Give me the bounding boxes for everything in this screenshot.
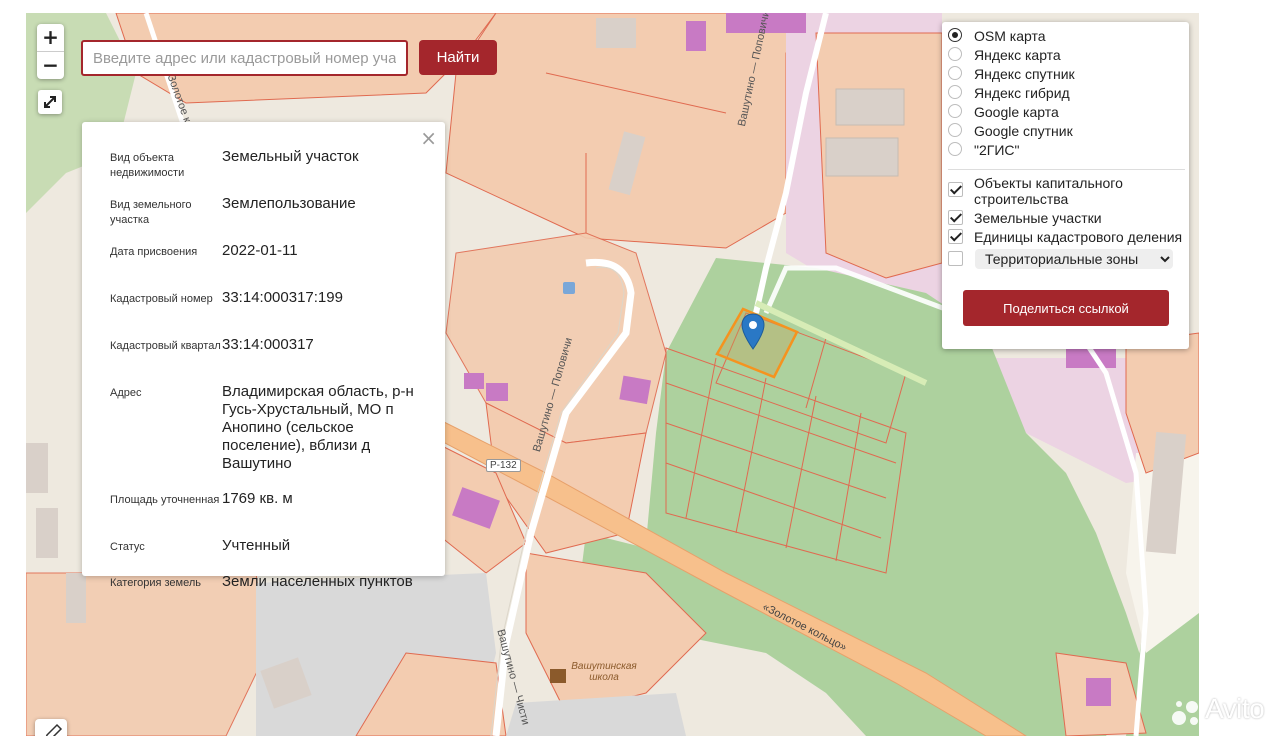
info-value: 2022-01-11 [222, 242, 298, 259]
base-map-label: Google спутник [974, 123, 1073, 139]
divider [948, 169, 1185, 170]
info-label: Кадастровый номер [110, 293, 213, 305]
base-map-label: "2ГИС" [974, 142, 1020, 158]
radio-button[interactable] [948, 28, 962, 42]
info-label: Дата присвоения [110, 246, 198, 258]
info-label: Кадастровый квартал [110, 340, 221, 352]
zoom-out-button[interactable]: − [37, 51, 64, 79]
overlay-label: Единицы кадастрового деления [974, 229, 1183, 245]
checkbox[interactable] [948, 210, 963, 225]
location-marker-icon[interactable] [741, 313, 765, 351]
info-row: Адрес Владимирская область, р-н Гусь-Хру… [110, 383, 422, 490]
base-map-label: OSM карта [974, 28, 1046, 44]
share-link-button[interactable]: Поделиться ссылкой [963, 290, 1169, 326]
zones-select[interactable]: Территориальные зоны [975, 249, 1173, 269]
info-row: Площадь уточненная 1769 кв. м [110, 490, 422, 537]
info-value: Учтенный [222, 537, 291, 554]
search-input[interactable] [81, 40, 408, 76]
info-value: 33:14:000317:199 [222, 289, 343, 306]
radio-button[interactable] [948, 142, 962, 156]
info-label: Адрес [110, 387, 142, 399]
radio-button[interactable] [948, 47, 962, 61]
zoom-control: + − [37, 24, 64, 79]
base-map-label: Яндекс гибрид [974, 85, 1070, 101]
zoom-in-button[interactable]: + [37, 24, 64, 51]
base-map-label: Google карта [974, 104, 1059, 120]
fullscreen-button[interactable] [38, 90, 62, 114]
parcel-info-table: Вид объекта недвижимости Земельный участ… [110, 148, 422, 620]
radio-button[interactable] [948, 104, 962, 118]
info-row: Категория земель Земли населенных пункто… [110, 573, 422, 620]
expand-icon [44, 96, 56, 108]
info-value: Земельный участок [222, 148, 359, 165]
info-value: 33:14:000317 [222, 336, 314, 353]
info-row: Дата присвоения 2022-01-11 [110, 242, 422, 289]
pencil-icon [45, 723, 63, 736]
info-row: Вид объекта недвижимости Земельный участ… [110, 148, 422, 195]
base-map-label: Яндекс спутник [974, 66, 1075, 82]
info-row: Кадастровый номер 33:14:000317:199 [110, 289, 422, 336]
search-button[interactable]: Найти [419, 40, 497, 75]
overlay-label: Объекты капитального строительства [974, 175, 1123, 207]
map-canvas[interactable]: Вашутино — Поповичи Вашутино — Поповичи … [26, 13, 1199, 736]
info-value: 1769 кв. м [222, 490, 293, 507]
school-label: Вашутинская школа [571, 661, 637, 683]
avito-watermark: Avito [1170, 692, 1274, 730]
info-row: Статус Учтенный [110, 537, 422, 573]
info-value: Землепользование [222, 195, 356, 212]
overlay-label: Земельные участки [974, 210, 1102, 226]
road-number-badge: Р-132 [486, 459, 521, 472]
info-label: Площадь уточненная [110, 494, 220, 506]
layers-panel: OSM карта Яндекс карта Яндекс спутник Ян… [942, 22, 1189, 349]
radio-button[interactable] [948, 66, 962, 80]
parcel-info-popup: × Вид объекта недвижимости Земельный уча… [82, 122, 445, 590]
checkbox[interactable] [948, 251, 963, 266]
info-row: Вид земельного участка Землепользование [110, 195, 422, 242]
avito-logo-icon [1172, 701, 1198, 725]
info-row: Кадастровый квартал 33:14:000317 [110, 336, 422, 383]
info-label: Вид земельного участка [110, 199, 192, 226]
info-label: Категория земель [110, 577, 201, 589]
base-map-label: Яндекс карта [974, 47, 1061, 63]
info-value: Владимирская область, р-н Гусь-Хрустальн… [222, 383, 414, 472]
radio-button[interactable] [948, 85, 962, 99]
watermark-text: Avito [1205, 693, 1265, 724]
checkbox[interactable] [948, 229, 963, 244]
close-icon[interactable]: × [420, 126, 437, 150]
info-label: Статус [110, 541, 145, 553]
draw-tool-button[interactable] [35, 719, 67, 736]
info-value: Земли населенных пунктов [222, 573, 413, 590]
radio-button[interactable] [948, 123, 962, 137]
info-label: Вид объекта недвижимости [110, 152, 185, 179]
checkbox[interactable] [948, 182, 963, 197]
